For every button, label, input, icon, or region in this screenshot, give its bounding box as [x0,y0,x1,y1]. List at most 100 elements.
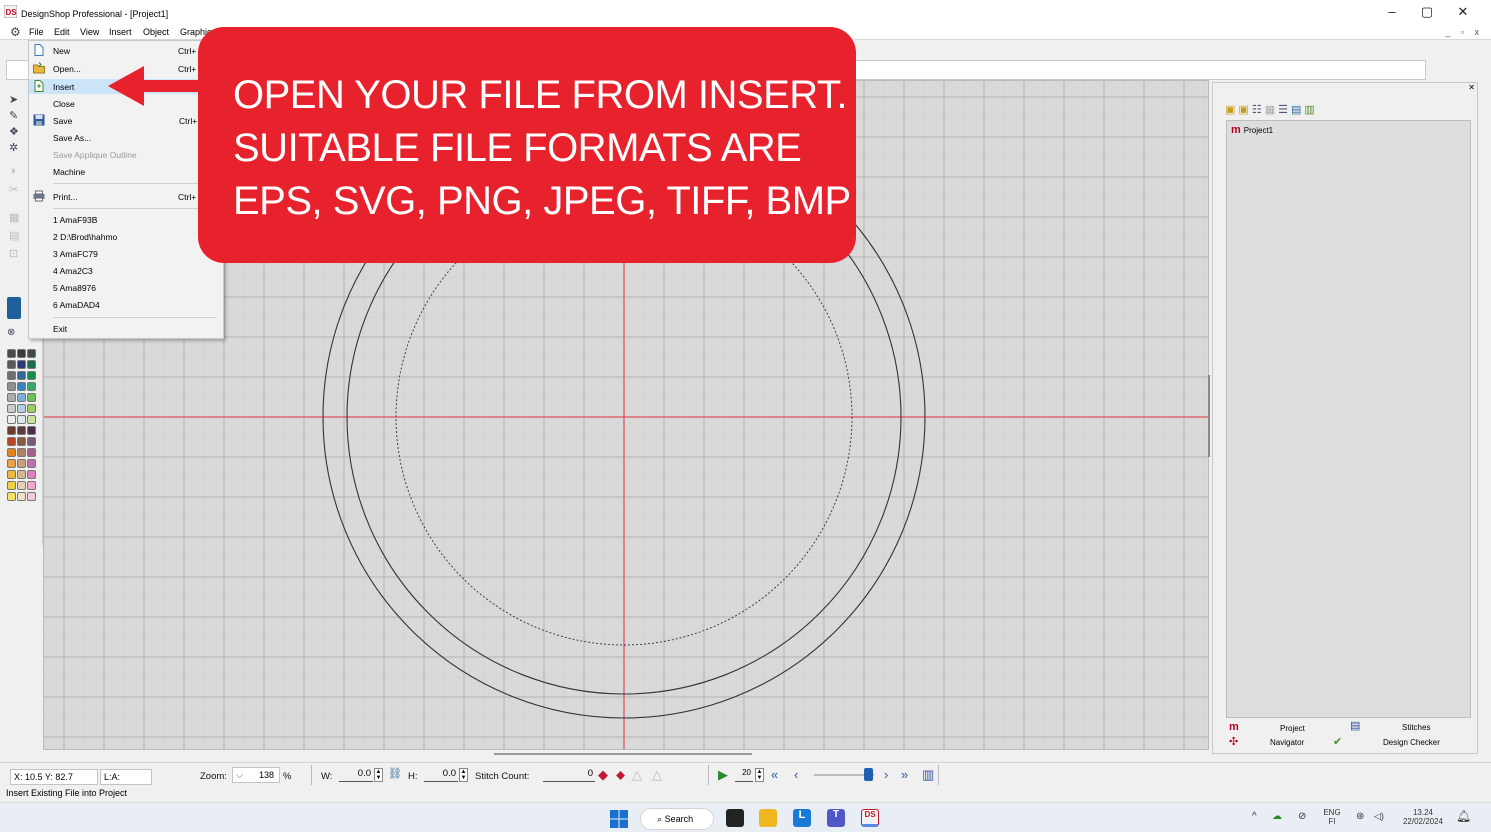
knife-tool-icon[interactable]: ✂ [9,183,23,196]
color-swatch[interactable] [7,382,16,391]
grid-tool-icon[interactable]: ▦ [9,211,23,224]
color-swatch[interactable] [7,393,16,402]
lock-aspect-icon[interactable]: ⛓ [388,767,402,780]
minimize-button[interactable]: – [1378,4,1406,19]
color-swatch[interactable] [17,349,26,358]
speed-spinner[interactable]: ▲ ▼ [755,768,764,782]
gear-icon[interactable]: ⚙ [10,25,21,39]
open-folder-icon[interactable]: ▣ [1225,104,1238,116]
language-indicator[interactable]: ENG FI [1320,808,1344,826]
color-swatch[interactable] [27,459,36,468]
color-swatch[interactable] [7,426,16,435]
file-menu-machine[interactable]: Machine [29,164,223,179]
color-swatch[interactable] [27,349,36,358]
no-color-icon[interactable]: ⊗ [7,327,21,339]
color-swatch[interactable] [7,459,16,468]
width-field[interactable]: 0.0 [339,768,373,782]
align-tool-icon[interactable]: ▤ [9,229,23,242]
step-back-icon[interactable]: ‹ [794,767,798,782]
color-swatch[interactable] [27,426,36,435]
volume-icon[interactable]: ◁) [1374,811,1384,822]
network-icon[interactable]: ⊘ [1298,811,1306,822]
onedrive-icon[interactable]: ☁ [1272,811,1282,822]
color-swatch[interactable] [7,470,16,479]
file-menu-new[interactable]: New Ctrl+ [29,43,223,58]
file-menu-exit[interactable]: Exit [29,321,223,336]
tray-chevron-icon[interactable]: ^ [1252,811,1257,822]
play-icon[interactable]: ▶ [718,767,728,783]
menu-edit[interactable]: Edit [54,27,70,37]
color-swatch[interactable] [17,448,26,457]
maximize-button[interactable]: ▢ [1413,4,1441,20]
recent-file-5[interactable]: 5 Ama8976 [29,280,223,295]
color-swatch[interactable] [27,492,36,501]
clock[interactable]: 13.24 22/02/2024 [1398,808,1448,826]
height-field[interactable]: 0.0 [424,768,458,782]
taskbar-search[interactable]: ⌕ Search [640,808,714,830]
color-swatch[interactable] [17,415,26,424]
tab-project[interactable]: Project [1280,724,1305,733]
task-view-icon[interactable] [726,809,744,827]
file-menu-save-applique[interactable]: Save Applique Outline [29,147,223,162]
file-explorer-icon[interactable] [759,809,777,827]
fast-forward-icon[interactable]: » [901,767,908,782]
color-swatch[interactable] [7,415,16,424]
color-swatch[interactable] [7,360,16,369]
color-swatch[interactable] [27,437,36,446]
app-l-icon[interactable]: L [793,809,811,827]
stitch-tool-icon[interactable]: ❖ [9,125,23,138]
color-swatch[interactable] [27,393,36,402]
stitch-view-icon[interactable]: ▥ [922,767,934,783]
designshop-taskbar-icon[interactable]: DS [861,809,879,827]
lock-tool-icon[interactable]: ⊡ [9,247,23,260]
height-spinner[interactable]: ▲ ▼ [459,768,468,782]
color-swatch[interactable] [27,404,36,413]
playback-slider-thumb[interactable] [864,768,873,781]
objects-icon[interactable]: ▥ [1304,104,1317,116]
color-swatch[interactable] [7,448,16,457]
sort-icon[interactable]: ☷ [1252,104,1265,116]
color-swatch[interactable] [17,404,26,413]
color-swatch[interactable] [17,470,26,479]
horizontal-scrollbar[interactable] [494,753,752,755]
color-swatch[interactable] [17,393,26,402]
color-swatch[interactable] [17,492,26,501]
tab-navigator[interactable]: Navigator [1270,738,1304,747]
file-menu-save-as[interactable]: Save As... [29,130,223,145]
menu-file[interactable]: File [29,27,44,37]
color-swatch[interactable] [7,437,16,446]
color-swatch[interactable] [7,492,16,501]
mdi-window-controls[interactable]: _ ▫ x [1445,27,1483,37]
color-swatch[interactable] [7,404,16,413]
recent-file-6[interactable]: 6 AmaDAD4 [29,297,223,312]
recent-file-2[interactable]: 2 D:\Brod\hahmo [29,229,223,244]
color-swatch[interactable] [17,371,26,380]
group-icon[interactable]: ▦ [1265,104,1278,116]
windows-start-icon[interactable] [610,810,628,828]
color-swatch[interactable] [17,382,26,391]
rotate-right-icon[interactable]: △ [652,767,662,783]
color-order-icon[interactable]: ▤ [1291,104,1304,116]
color-swatch[interactable] [27,382,36,391]
current-color-swatch[interactable] [7,297,21,319]
step-forward-icon[interactable]: › [884,767,888,782]
notification-bell-icon[interactable]: 🔔︎ [1456,809,1471,823]
zoom-select[interactable]: ⌵ 138 [232,767,280,783]
vertical-scrollbar[interactable] [1208,375,1210,457]
file-menu-print[interactable]: Print... Ctrl+ [29,189,223,204]
tab-stitches[interactable]: Stitches [1402,723,1430,732]
recent-file-3[interactable]: 3 AmaFC79 [29,246,223,261]
edit-points-icon[interactable]: ✎ [9,109,23,122]
teams-icon[interactable]: T [827,809,845,827]
recent-file-4[interactable]: 4 Ama2C3 [29,263,223,278]
tab-design-checker[interactable]: Design Checker [1383,738,1440,747]
color-swatch[interactable] [7,481,16,490]
rewind-start-icon[interactable]: « [771,767,778,782]
rotate-left-icon[interactable]: △ [632,767,642,783]
menu-insert[interactable]: Insert [109,27,132,37]
color-swatch[interactable] [17,481,26,490]
file-menu-save[interactable]: Save Ctrl+ [29,113,223,128]
color-swatch[interactable] [17,360,26,369]
speed-field[interactable]: 20 [735,768,753,782]
panel-close-icon[interactable]: ✕ [1468,83,1475,92]
